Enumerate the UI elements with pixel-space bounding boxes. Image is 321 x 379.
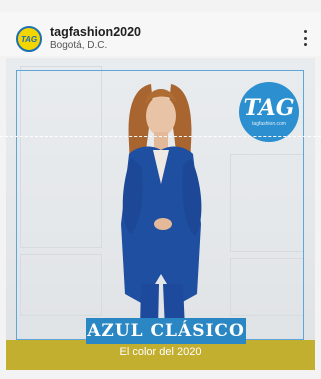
post-image[interactable]: TAG tagfashion.com AZUL CLÁSICO El color… [6,58,315,370]
brand-logo: TAG tagfashion.com [239,82,299,142]
logo-subtext: tagfashion.com [252,121,286,127]
post-username[interactable]: tagfashion2020 [50,25,141,39]
avatar-text: TAG [20,34,38,44]
dashed-guide-line [0,136,321,137]
more-vertical-icon [303,30,307,46]
post-location[interactable]: Bogotá, D.C. [50,40,107,51]
more-options-button[interactable] [299,30,311,50]
post-header: TAG tagfashion2020 Bogotá, D.C. [0,12,321,56]
avatar[interactable]: TAG [16,26,42,52]
top-faded-strip [0,0,321,8]
subline-text: El color del 2020 [119,346,202,358]
logo-text: TAG [243,95,295,121]
headline-banner: AZUL CLÁSICO [86,318,246,344]
